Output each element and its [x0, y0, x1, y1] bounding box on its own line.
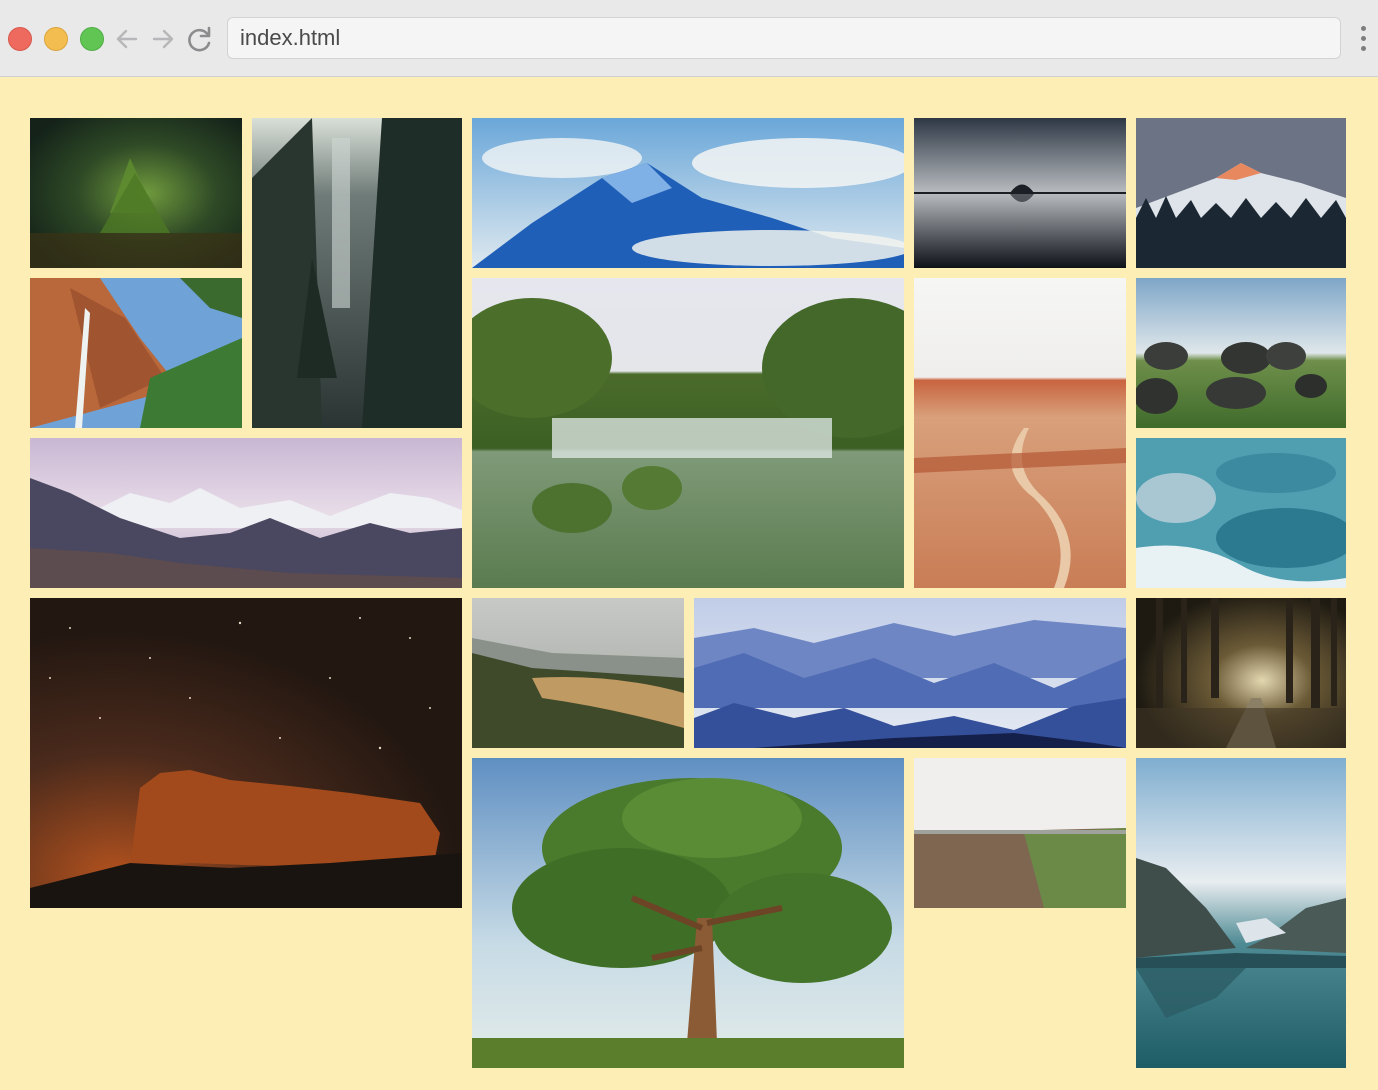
- photo-tile-cascading-waterfall-lake[interactable]: [472, 278, 904, 588]
- photo-tile-mountain-above-clouds[interactable]: [472, 118, 904, 268]
- photo-tile-river-rapids[interactable]: [30, 438, 462, 588]
- photo-tile-hills-meadow[interactable]: [472, 598, 684, 748]
- reload-icon[interactable]: [185, 24, 215, 54]
- photo-tile-rock-island-reflection[interactable]: [914, 118, 1126, 268]
- maximize-window-button[interactable]: [80, 27, 104, 51]
- photo-tile-night-sky-mesa[interactable]: [30, 598, 462, 908]
- photo-tile-misty-mountain-range[interactable]: [1136, 438, 1346, 588]
- photo-tile-sunset-snowy-peaks[interactable]: [1136, 118, 1346, 268]
- photo-tile-mountain-lake-reflection[interactable]: [1136, 758, 1346, 1068]
- address-bar[interactable]: index.html: [227, 17, 1341, 59]
- photo-tile-forest-waterfall[interactable]: [252, 118, 462, 428]
- back-arrow-icon[interactable]: [112, 24, 142, 54]
- photo-tile-blue-misty-mountains[interactable]: [694, 598, 1126, 748]
- more-options-icon[interactable]: [1356, 26, 1370, 52]
- photo-tile-plowed-field[interactable]: [914, 758, 1126, 908]
- close-window-button[interactable]: [8, 27, 32, 51]
- minimize-window-button[interactable]: [44, 27, 68, 51]
- photo-tile-forest-path[interactable]: [1136, 598, 1346, 748]
- forward-arrow-icon[interactable]: [148, 24, 178, 54]
- photo-tile-moss-forest-tree[interactable]: [30, 118, 242, 268]
- photo-tile-lone-tree-field[interactable]: [472, 758, 904, 1068]
- photo-tile-boulders-on-grass[interactable]: [1136, 278, 1346, 428]
- photo-tile-desert-canyon-path[interactable]: [914, 278, 1126, 588]
- photo-tile-red-canyon-waterfall[interactable]: [30, 278, 242, 428]
- browser-toolbar: index.html: [0, 0, 1378, 77]
